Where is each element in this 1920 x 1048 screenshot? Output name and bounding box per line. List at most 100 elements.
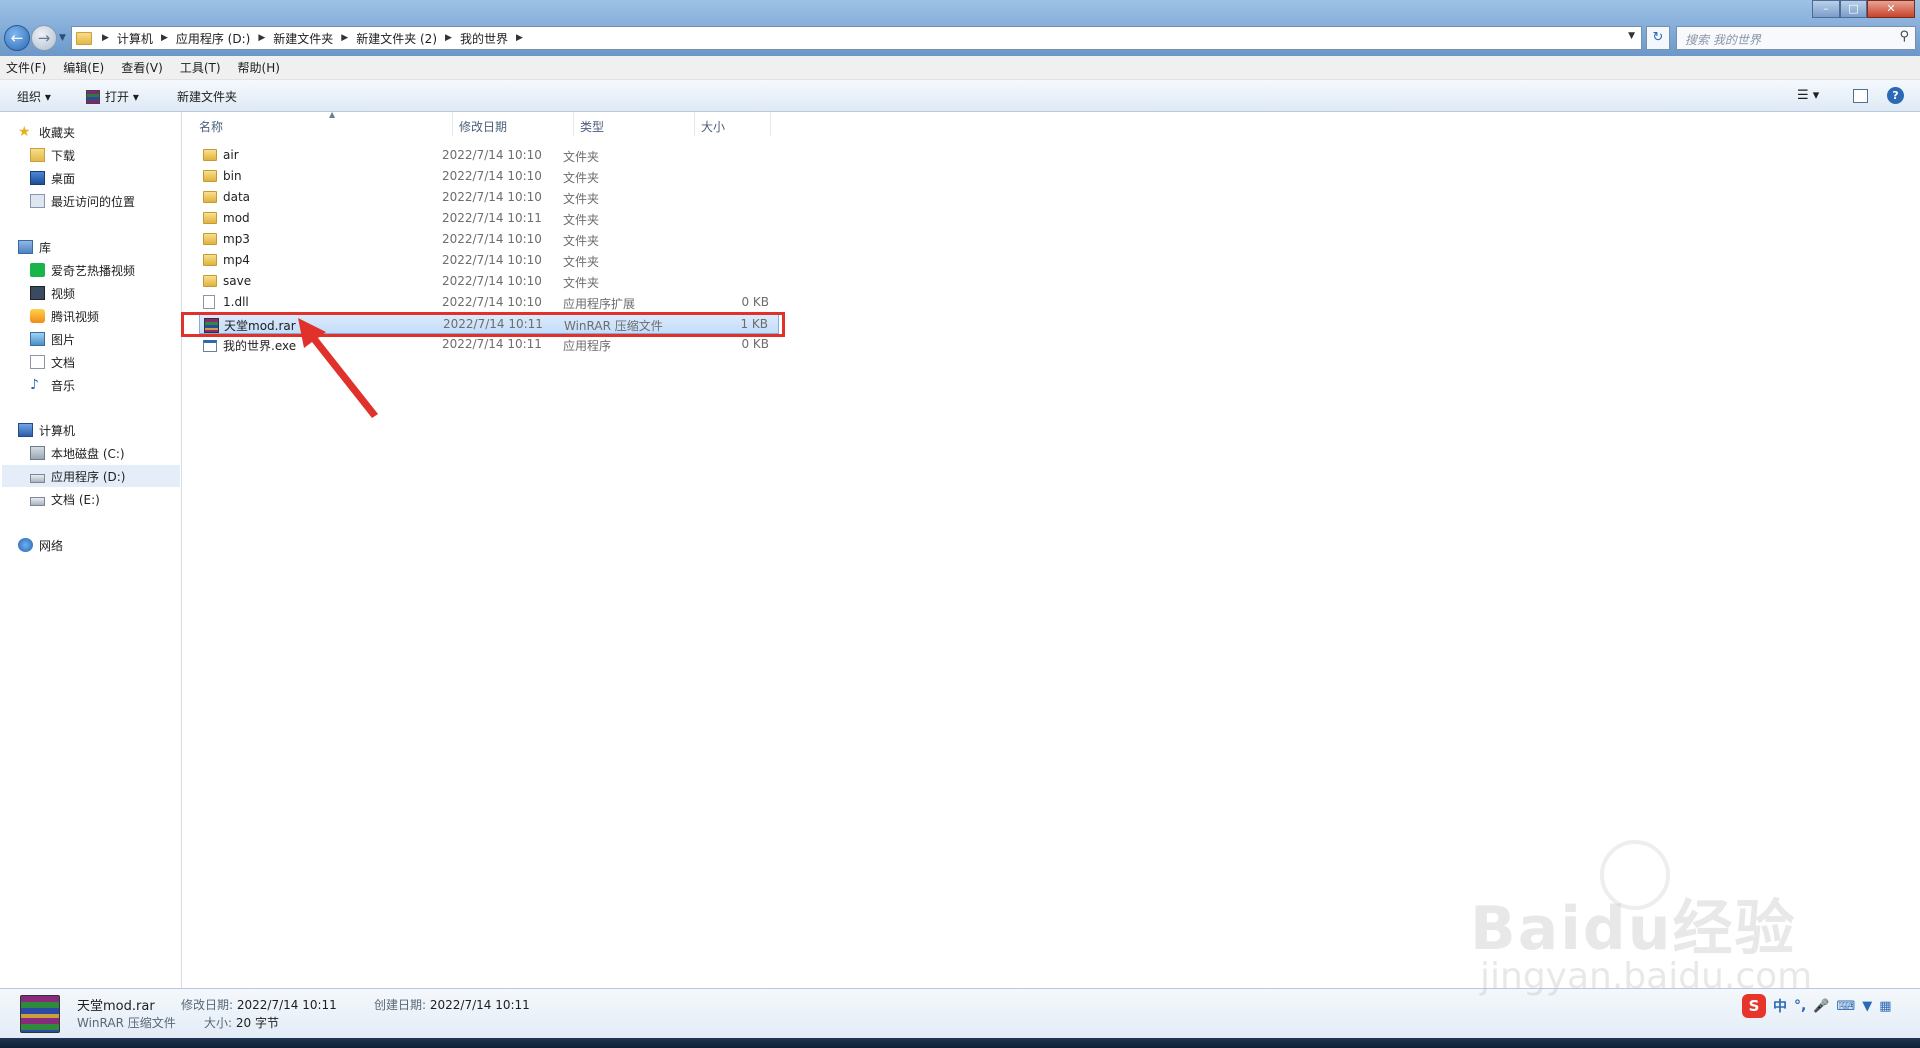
file-type: 文件夹	[563, 255, 600, 269]
breadcrumb-computer[interactable]: 计算机	[117, 30, 153, 47]
preview-pane-button[interactable]	[1853, 89, 1868, 103]
chevron-down-icon[interactable]: ▼	[1628, 31, 1635, 41]
sidebar-item-pictures[interactable]: 图片	[30, 328, 75, 350]
file-date: 2022/7/14 10:10	[442, 253, 542, 267]
menu-file[interactable]: 文件(F)	[6, 59, 46, 76]
sidebar-item-libraries[interactable]: 库	[18, 236, 51, 258]
back-arrow-icon: ←	[10, 29, 24, 47]
file-date: 2022/7/14 10:10	[442, 148, 542, 162]
file-row-save[interactable]: save 2022/7/14 10:10 文件夹	[199, 271, 779, 292]
sidebar-item-desktop[interactable]: 桌面	[30, 167, 75, 189]
menu-view[interactable]: 查看(V)	[121, 59, 163, 76]
column-header-date[interactable]: 修改日期	[453, 112, 574, 136]
keyboard-icon[interactable]: ⌨	[1837, 999, 1856, 1014]
open-label: 打开 ▾	[105, 90, 139, 104]
sidebar-item-favorites[interactable]: ★ 收藏夹	[18, 121, 75, 143]
file-row-mod[interactable]: mod 2022/7/14 10:11 文件夹	[199, 208, 779, 229]
breadcrumb-minecraft[interactable]: 我的世界	[460, 30, 508, 47]
chevron-right-icon[interactable]: ▶	[102, 33, 109, 43]
file-row-mp3[interactable]: mp3 2022/7/14 10:10 文件夹	[199, 229, 779, 250]
detail-modified: 修改日期: 2022/7/14 10:11	[181, 996, 337, 1013]
file-type: 应用程序扩展	[563, 297, 636, 311]
chevron-right-icon[interactable]: ▶	[341, 33, 348, 43]
change-view-button[interactable]: ☰ ▾	[1797, 88, 1819, 103]
document-icon	[30, 355, 45, 369]
file-row-exe[interactable]: 我的世界.exe 2022/7/14 10:11 应用程序 0 KB	[199, 334, 779, 355]
sogou-ime-icon[interactable]: S	[1742, 994, 1766, 1018]
video-icon	[30, 286, 45, 300]
file-type: 文件夹	[563, 150, 600, 164]
shirt-icon[interactable]: ▼	[1862, 999, 1872, 1014]
new-folder-button[interactable]: 新建文件夹	[177, 88, 237, 105]
iqiyi-icon	[30, 263, 45, 277]
sidebar-item-downloads[interactable]: 下载	[30, 144, 75, 166]
sidebar-item-drive-e[interactable]: 文档 (E:)	[30, 488, 100, 510]
file-name: mp4	[203, 253, 250, 267]
maximize-button[interactable]: □	[1840, 0, 1867, 18]
taskbar	[0, 1038, 1920, 1048]
sidebar-item-drive-c[interactable]: 本地磁盘 (C:)	[30, 442, 125, 464]
organize-button[interactable]: 组织 ▾	[17, 88, 51, 105]
drive-icon	[30, 473, 45, 483]
chevron-right-icon[interactable]: ▶	[516, 33, 523, 43]
sidebar-item-tencent-video[interactable]: 腾讯视频	[30, 305, 99, 327]
file-date: 2022/7/14 10:11	[442, 211, 542, 225]
breadcrumb-new-folder-2[interactable]: 新建文件夹 (2)	[356, 30, 437, 47]
file-row-mp4[interactable]: mp4 2022/7/14 10:10 文件夹	[199, 250, 779, 271]
column-header-type[interactable]: 类型	[574, 112, 695, 136]
grid-icon[interactable]: ▦	[1879, 999, 1891, 1014]
chevron-right-icon[interactable]: ▶	[445, 33, 452, 43]
address-bar[interactable]: ▶ 计算机 ▶ 应用程序 (D:) ▶ 新建文件夹 ▶ 新建文件夹 (2) ▶ …	[71, 26, 1642, 50]
chevron-right-icon[interactable]: ▶	[258, 33, 265, 43]
dll-file-icon	[203, 295, 215, 309]
sidebar-item-label: 桌面	[51, 171, 76, 186]
menu-tools[interactable]: 工具(T)	[180, 59, 221, 76]
sidebar-item-network[interactable]: 网络	[18, 534, 63, 556]
open-button[interactable]: 打开 ▾	[86, 88, 139, 105]
file-name: 我的世界.exe	[203, 337, 296, 354]
back-button[interactable]: ←	[4, 25, 30, 51]
sidebar-item-iqiyi[interactable]: 爱奇艺热播视频	[30, 259, 135, 281]
sidebar-item-label: 收藏夹	[39, 125, 76, 140]
microphone-icon[interactable]: 🎤	[1813, 999, 1829, 1014]
folder-icon	[203, 275, 217, 287]
recent-pages-dropdown[interactable]: ▼	[59, 33, 69, 43]
forward-button[interactable]: →	[31, 25, 57, 51]
ime-punctuation-toggle[interactable]: °,	[1794, 998, 1806, 1014]
sidebar-item-documents[interactable]: 文档	[30, 351, 75, 373]
help-button[interactable]: ?	[1887, 87, 1904, 104]
column-header-size[interactable]: 大小	[695, 112, 771, 136]
close-button[interactable]: ✕	[1867, 0, 1915, 18]
detail-created-value: 2022/7/14 10:11	[429, 998, 530, 1012]
navigation-pane: ★ 收藏夹 下载 桌面 最近访问的位置 库 爱奇艺热播视频 视频 腾讯视频 图片…	[0, 112, 182, 988]
minimize-button[interactable]: –	[1812, 0, 1840, 18]
menu-help[interactable]: 帮助(H)	[238, 59, 280, 76]
file-date: 2022/7/14 10:10	[442, 190, 542, 204]
column-header-label: 修改日期	[459, 120, 508, 134]
pictures-icon	[30, 332, 45, 346]
file-row-data[interactable]: data 2022/7/14 10:10 文件夹	[199, 187, 779, 208]
sidebar-item-videos[interactable]: 视频	[30, 282, 75, 304]
menu-edit[interactable]: 编辑(E)	[63, 59, 104, 76]
sort-ascending-icon: ▲	[329, 110, 336, 119]
ime-language-toggle[interactable]: 中	[1773, 996, 1787, 1016]
sidebar-item-drive-d[interactable]: 应用程序 (D:)	[2, 465, 180, 487]
sidebar-item-label: 文档 (E:)	[51, 492, 100, 507]
search-input[interactable]: 搜索 我的世界 ⚲	[1676, 26, 1916, 50]
breadcrumb-new-folder[interactable]: 新建文件夹	[273, 30, 333, 47]
file-row-air[interactable]: air 2022/7/14 10:10 文件夹	[199, 145, 779, 166]
sidebar-item-label: 文档	[51, 355, 76, 370]
refresh-button[interactable]: ↻	[1646, 26, 1670, 50]
breadcrumb-drive-d[interactable]: 应用程序 (D:)	[176, 30, 250, 47]
sidebar-item-computer[interactable]: 计算机	[18, 419, 75, 441]
file-row-dll[interactable]: 1.dll 2022/7/14 10:10 应用程序扩展 0 KB	[199, 292, 779, 313]
sidebar-item-music[interactable]: ♪ 音乐	[30, 374, 75, 396]
help-icon: ?	[1892, 89, 1899, 102]
sidebar-item-recent-places[interactable]: 最近访问的位置	[30, 190, 135, 212]
file-row-bin[interactable]: bin 2022/7/14 10:10 文件夹	[199, 166, 779, 187]
chevron-right-icon[interactable]: ▶	[161, 33, 168, 43]
column-header-name[interactable]: ▲ 名称	[193, 110, 453, 136]
ime-toolbar: S 中 °, 🎤 ⌨ ▼ ▦	[1742, 994, 1892, 1018]
sidebar-item-label: 应用程序 (D:)	[51, 469, 126, 484]
search-icon[interactable]: ⚲	[1899, 29, 1909, 44]
